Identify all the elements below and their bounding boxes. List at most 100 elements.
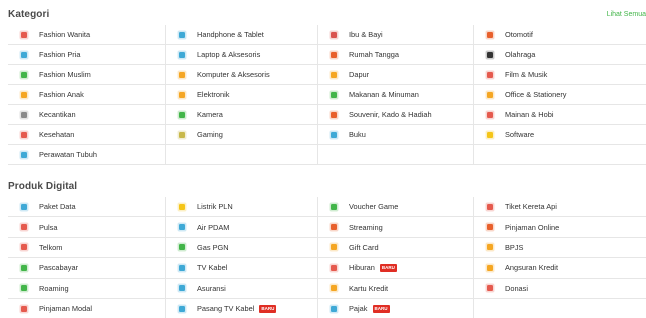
kategori-item[interactable]: Otomotif bbox=[474, 25, 646, 45]
kategori-item[interactable]: Fashion Anak bbox=[8, 85, 166, 105]
digital-item[interactable]: Voucher Game bbox=[318, 197, 474, 218]
digital-item[interactable]: Roaming bbox=[8, 278, 166, 299]
digital-item[interactable]: Kartu Kredit bbox=[318, 278, 474, 299]
first-aid-icon bbox=[18, 129, 30, 141]
kategori-item-label: Rumah Tangga bbox=[349, 50, 399, 59]
digital-item[interactable]: TV Kabel bbox=[166, 258, 318, 279]
kategori-item[interactable]: Fashion Muslim bbox=[8, 65, 166, 85]
kid-shirt-icon bbox=[18, 89, 30, 101]
digital-item[interactable]: Pasang TV Kabel BARU bbox=[166, 298, 318, 318]
camera-icon bbox=[176, 109, 188, 121]
kategori-item[interactable]: Dapur bbox=[318, 65, 474, 85]
software-icon bbox=[484, 129, 496, 141]
digital-item[interactable]: Paket Data bbox=[8, 197, 166, 218]
store-icon bbox=[18, 303, 30, 315]
dress-icon bbox=[18, 29, 30, 41]
kategori-item[interactable]: Olahraga bbox=[474, 45, 646, 65]
kategori-item[interactable]: Fashion Pria bbox=[8, 45, 166, 65]
kategori-item[interactable]: Film & Musik bbox=[474, 65, 646, 85]
digital-item[interactable]: Streaming bbox=[318, 217, 474, 238]
kategori-item[interactable]: Fashion Wanita bbox=[8, 25, 166, 45]
digital-item[interactable]: Pinjaman Online bbox=[474, 217, 646, 238]
digital-item-label: Hiburan bbox=[349, 263, 375, 273]
kategori-item-label: Komputer & Aksesoris bbox=[197, 70, 270, 79]
body-care-icon bbox=[18, 149, 30, 161]
kategori-item-label: Kesehatan bbox=[39, 130, 75, 139]
digital-item-label: BPJS bbox=[505, 242, 524, 252]
empty-cell bbox=[474, 145, 646, 165]
digital-item[interactable]: Gift Card bbox=[318, 237, 474, 259]
digital-item[interactable]: Pascabayar bbox=[8, 258, 166, 279]
digital-item[interactable]: Pinjaman Modal bbox=[8, 298, 166, 318]
digital-item-label: Streaming bbox=[349, 222, 383, 232]
digital-item[interactable]: BPJS bbox=[474, 238, 646, 259]
kategori-item[interactable]: Komputer & Aksesoris bbox=[166, 65, 318, 85]
kategori-item[interactable]: Ibu & Bayi bbox=[318, 25, 474, 45]
hijab-icon bbox=[18, 69, 30, 81]
ticket-icon bbox=[328, 262, 340, 274]
digital-item[interactable]: Listrik PLN bbox=[166, 197, 318, 218]
digital-item[interactable]: Hiburan BARU bbox=[318, 258, 474, 279]
kategori-item[interactable]: Software bbox=[474, 125, 646, 145]
kategori-item[interactable]: Kamera bbox=[166, 105, 318, 125]
ball-icon bbox=[484, 49, 496, 61]
kategori-grid: Fashion Wanita Handphone & Tablet Ibu & Ba… bbox=[8, 25, 646, 165]
kategori-item[interactable]: Perawatan Tubuh bbox=[8, 145, 166, 165]
digital-item[interactable]: Angsuran Kredit bbox=[474, 258, 646, 279]
kategori-item[interactable]: Kecantikan bbox=[8, 105, 166, 125]
kategori-item[interactable]: Handphone & Tablet bbox=[166, 25, 318, 45]
tablet-icon bbox=[176, 29, 188, 41]
digital-item[interactable]: Telkom bbox=[8, 237, 166, 259]
sofa-icon bbox=[328, 49, 340, 61]
digital-item[interactable]: Donasi bbox=[474, 279, 646, 299]
kategori-item-label: Laptop & Aksesoris bbox=[197, 50, 261, 59]
kategori-item[interactable]: Elektronik bbox=[166, 85, 318, 105]
steering-wheel-icon bbox=[484, 29, 496, 41]
digital-item-label: TV Kabel bbox=[197, 263, 228, 273]
kategori-item[interactable]: Buku bbox=[318, 125, 474, 145]
kategori-item[interactable]: Souvenir, Kado & Hadiah bbox=[318, 105, 474, 125]
digital-item[interactable]: Tiket Kereta Api bbox=[474, 197, 646, 218]
book-icon bbox=[328, 129, 340, 141]
kategori-item[interactable]: Gaming bbox=[166, 125, 318, 145]
tv-install-icon bbox=[176, 303, 188, 315]
tv-icon bbox=[176, 89, 188, 101]
kategori-item-label: Film & Musik bbox=[505, 70, 548, 79]
digital-item[interactable]: Asuransi bbox=[166, 278, 318, 299]
bowl-icon bbox=[328, 89, 340, 101]
digital-item-label: Angsuran Kredit bbox=[505, 263, 558, 273]
kategori-item[interactable]: Laptop & Aksesoris bbox=[166, 45, 318, 65]
digital-item[interactable]: Air PDAM bbox=[166, 217, 318, 238]
digital-item-label: Gas PGN bbox=[197, 242, 229, 252]
bulb-icon bbox=[176, 201, 188, 213]
kategori-item[interactable]: Makanan & Minuman bbox=[318, 85, 474, 105]
kategori-item[interactable]: Rumah Tangga bbox=[318, 45, 474, 65]
empty-cell bbox=[166, 145, 318, 165]
see-all-link[interactable]: Lihat Semua bbox=[607, 11, 646, 18]
new-badge: BARU bbox=[379, 263, 397, 272]
digital-item[interactable]: Pulsa bbox=[8, 217, 166, 238]
gamepad-icon bbox=[328, 201, 340, 213]
handshake-icon bbox=[484, 241, 496, 253]
digital-item[interactable]: Pajak BARU bbox=[318, 298, 474, 318]
digital-title: Produk Digital bbox=[8, 181, 78, 192]
money-hand-icon bbox=[484, 221, 496, 233]
kategori-item[interactable]: Mainan & Hobi bbox=[474, 105, 646, 125]
kategori-item-label: Dapur bbox=[349, 70, 370, 79]
kategori-item-label: Fashion Muslim bbox=[39, 70, 91, 79]
shirt-icon bbox=[18, 49, 30, 61]
digital-item-label: Pasang TV Kabel bbox=[197, 304, 255, 314]
kategori-item-label: Gaming bbox=[197, 130, 223, 139]
kategori-item[interactable]: Office & Stationery bbox=[474, 85, 646, 105]
globe-icon bbox=[18, 282, 30, 294]
phone-icon bbox=[18, 221, 30, 233]
gift-icon bbox=[328, 109, 340, 121]
digital-item[interactable]: Gas PGN bbox=[166, 237, 318, 259]
kategori-item[interactable]: Kesehatan bbox=[8, 125, 166, 145]
kategori-item-label: Fashion Pria bbox=[39, 50, 81, 59]
gift-card-icon bbox=[328, 241, 340, 253]
new-badge: BARU bbox=[372, 304, 390, 313]
train-icon bbox=[484, 201, 496, 213]
digital-item-label: Donasi bbox=[505, 283, 529, 293]
empty-cell bbox=[318, 145, 474, 165]
